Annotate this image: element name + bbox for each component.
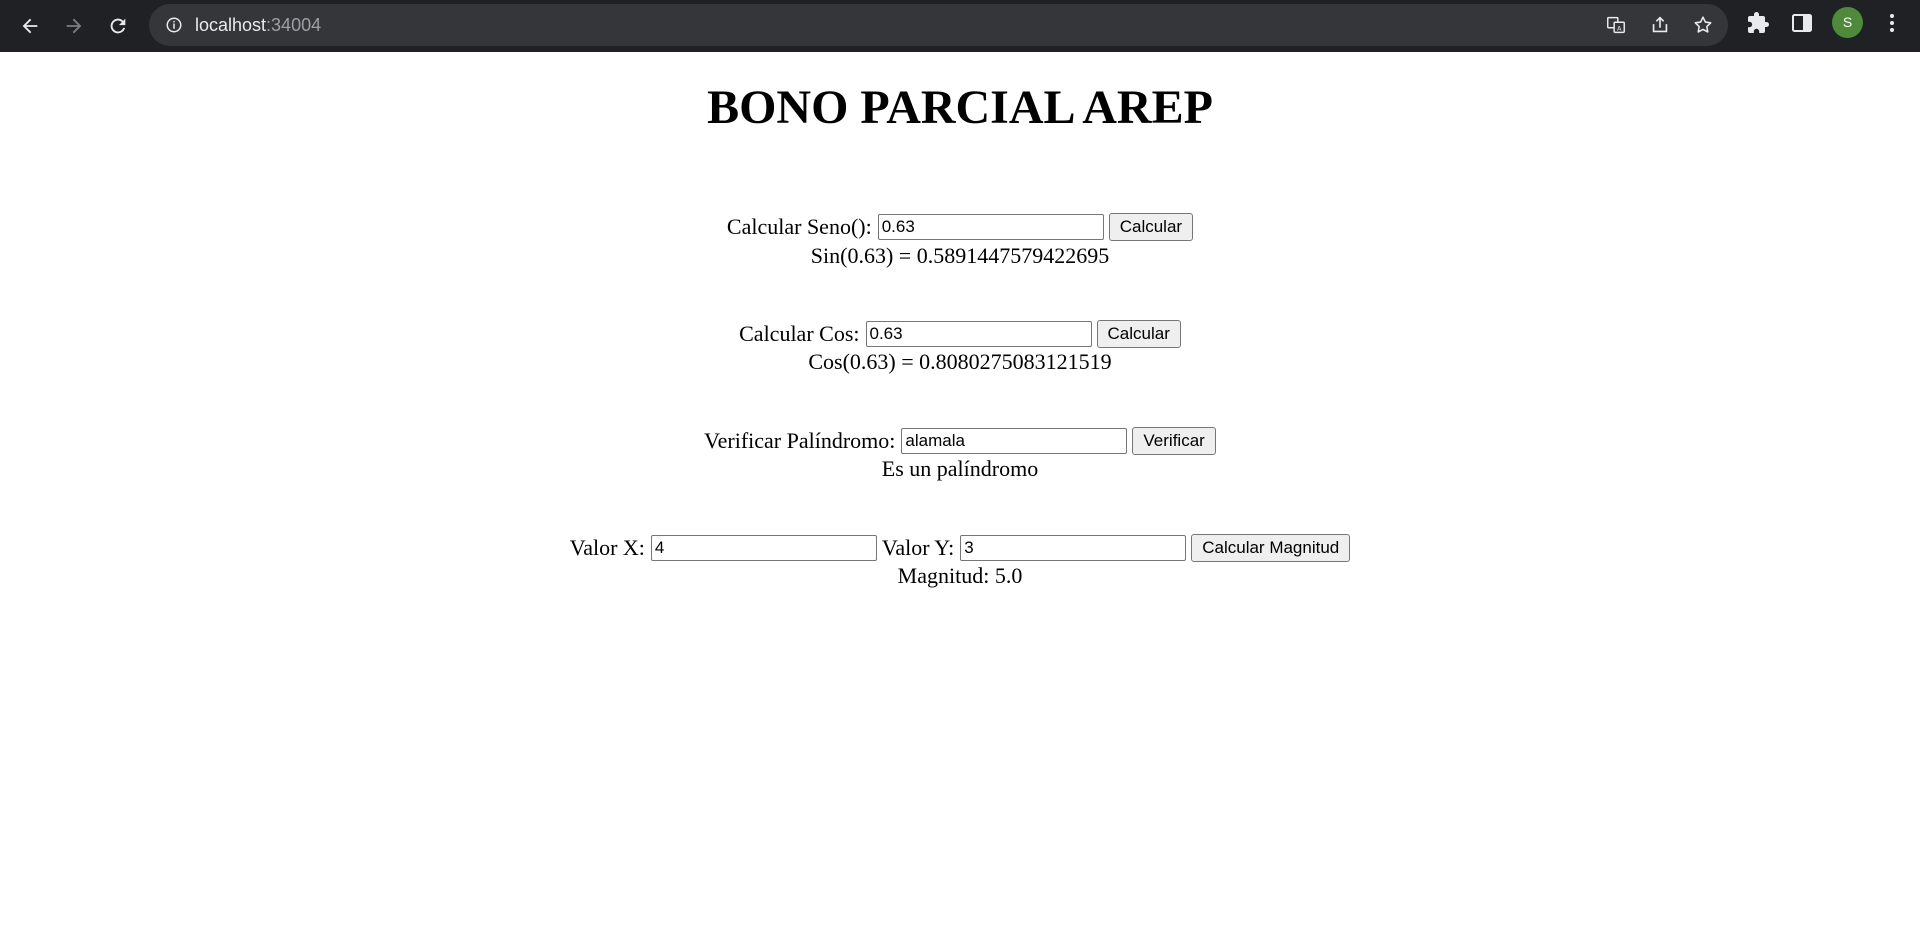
palindromo-input[interactable] [901,428,1128,454]
share-icon[interactable] [1649,14,1671,36]
page-title: BONO PARCIAL AREP [707,81,1213,134]
side-panel-icon[interactable] [1790,11,1814,35]
cos-form: Calcular Cos: Calcular [0,319,1920,349]
cos-calcular-button[interactable]: Calcular [1096,320,1181,348]
magnitud-result: Magnitud: 5.0 [897,563,1023,588]
address-bar[interactable]: localhost:34004 A [149,4,1728,46]
verificar-button[interactable]: Verificar [1132,427,1216,455]
forward-button[interactable] [56,8,92,44]
kebab-menu-icon[interactable] [1880,11,1904,35]
valor-y-label: Valor Y: [881,535,955,560]
valor-x-label: Valor X: [569,535,645,560]
seno-input[interactable] [877,214,1104,240]
seno-form: Calcular Seno(): Calcular [0,212,1920,242]
cos-label: Calcular Cos: [739,321,860,346]
magnitud-form: Valor X: Valor Y: Calcular Magnitud [0,533,1920,563]
translate-icon[interactable]: A [1605,14,1627,36]
site-info-icon[interactable] [165,16,183,34]
svg-text:A: A [1617,25,1622,33]
palindromo-label: Verificar Palíndromo: [704,428,896,453]
seno-calcular-button[interactable]: Calcular [1108,213,1194,241]
valor-y-input[interactable] [960,535,1187,561]
url-text[interactable]: localhost:34004 [195,14,321,36]
valor-x-input[interactable] [650,535,877,561]
cos-result: Cos(0.63) = 0.8080275083121519 [808,349,1112,374]
seno-label: Calcular Seno(): [726,214,872,239]
back-button[interactable] [12,8,48,44]
extensions-puzzle-icon[interactable] [1746,11,1770,35]
cos-input[interactable] [865,321,1092,347]
reload-button[interactable] [100,8,136,44]
calcular-magnitud-button[interactable]: Calcular Magnitud [1191,534,1351,562]
bookmark-star-icon[interactable] [1692,14,1714,36]
back-arrow-icon [22,18,38,34]
palindromo-form: Verificar Palíndromo: Verificar [0,426,1920,456]
forward-arrow-icon [66,18,82,34]
browser-toolbar: localhost:34004 A S [0,0,1920,52]
profile-avatar[interactable]: S [1832,7,1863,38]
reload-icon [110,18,126,34]
url-port: :34004 [266,15,322,35]
seno-result: Sin(0.63) = 0.5891447579422695 [810,243,1110,268]
url-host: localhost [195,15,267,35]
page-content: BONO PARCIAL AREP Calcular Seno(): Calcu… [0,52,1920,927]
palindromo-result: Es un palíndromo [881,456,1039,481]
